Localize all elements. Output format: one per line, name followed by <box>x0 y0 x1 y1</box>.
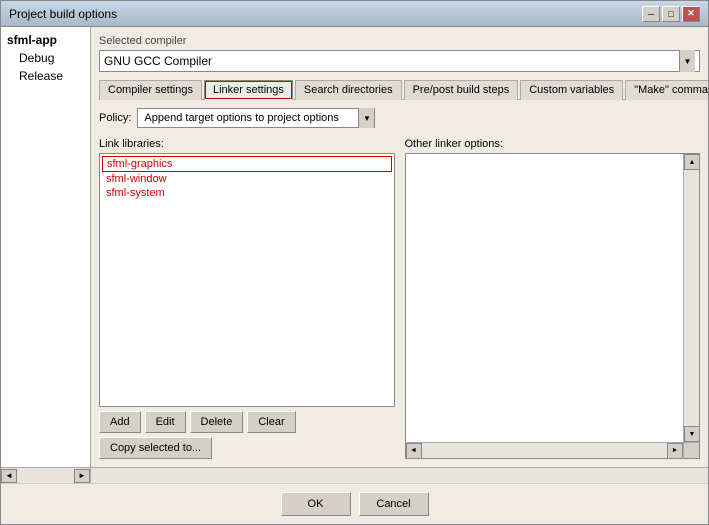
title-bar-buttons: ─ □ ✕ <box>642 6 700 22</box>
scroll-right-button[interactable]: ► <box>667 443 683 459</box>
right-panel: Other linker options: ▲ ▼ ◄ ► <box>405 138 701 459</box>
other-linker-textarea[interactable]: ▲ ▼ ◄ ► <box>405 153 701 459</box>
sidebar-scroll-track[interactable] <box>17 469 74 483</box>
add-button[interactable]: Add <box>99 411 141 433</box>
sidebar-nav-left[interactable]: ◄ <box>1 469 17 483</box>
delete-button[interactable]: Delete <box>190 411 244 433</box>
link-libraries-label: Link libraries: <box>99 138 395 150</box>
scroll-left-button[interactable]: ◄ <box>406 443 422 459</box>
tab-search-directories[interactable]: Search directories <box>295 80 402 100</box>
list-item[interactable]: sfml-window <box>102 172 392 186</box>
title-bar: Project build options ─ □ ✕ <box>1 1 708 27</box>
other-linker-label: Other linker options: <box>405 138 701 150</box>
ok-button[interactable]: OK <box>281 492 351 516</box>
window-title: Project build options <box>9 7 117 21</box>
left-panel: Link libraries: sfml-graphics sfml-windo… <box>99 138 395 459</box>
compiler-section: Selected compiler GNU GCC Compiler ▼ <box>99 35 700 72</box>
bottom-spacer <box>91 468 708 483</box>
policy-row: Policy: Append target options to project… <box>99 108 700 128</box>
list-item[interactable]: sfml-system <box>102 186 392 200</box>
list-items: sfml-graphics sfml-window sfml-system <box>100 154 394 202</box>
sidebar-item-debug[interactable]: Debug <box>1 49 90 67</box>
tab-compiler-settings[interactable]: Compiler settings <box>99 80 202 100</box>
copy-selected-button[interactable]: Copy selected to... <box>99 437 212 459</box>
compiler-dropdown-arrow[interactable]: ▼ <box>679 50 695 72</box>
compiler-dropdown[interactable]: GNU GCC Compiler ▼ <box>99 50 700 72</box>
scroll-down-button[interactable]: ▼ <box>684 426 700 442</box>
policy-dropdown[interactable]: Append target options to project options… <box>137 108 375 128</box>
library-buttons-row: Add Edit Delete Clear <box>99 411 395 433</box>
project-build-options-window: Project build options ─ □ ✕ sfml-app Deb… <box>0 0 709 525</box>
edit-button[interactable]: Edit <box>145 411 186 433</box>
sidebar-nav-bar: ◄ ► <box>1 467 708 483</box>
compiler-label: Selected compiler <box>99 35 700 47</box>
main-area: Selected compiler GNU GCC Compiler ▼ Com… <box>91 27 708 467</box>
sidebar: sfml-app Debug Release <box>1 27 91 467</box>
minimize-button[interactable]: ─ <box>642 6 660 22</box>
textarea-inner <box>406 154 684 442</box>
scroll-up-button[interactable]: ▲ <box>684 154 700 170</box>
scrollbar-corner <box>683 442 699 458</box>
vertical-scrollbar[interactable]: ▲ ▼ <box>683 154 699 442</box>
main-content: sfml-app Debug Release Selected compiler… <box>1 27 708 467</box>
footer: OK Cancel <box>1 483 708 524</box>
policy-dropdown-arrow[interactable]: ▼ <box>358 108 374 128</box>
tab-linker-settings[interactable]: Linker settings <box>204 80 293 100</box>
panels: Link libraries: sfml-graphics sfml-windo… <box>99 138 700 459</box>
tab-pre-post-build[interactable]: Pre/post build steps <box>404 80 519 100</box>
sidebar-nav: ◄ ► <box>1 468 91 483</box>
scroll-track-vertical[interactable] <box>684 170 699 426</box>
compiler-dropdown-box[interactable]: GNU GCC Compiler ▼ <box>99 50 700 72</box>
tab-make-commands[interactable]: "Make" commands <box>625 80 708 100</box>
list-item[interactable]: sfml-graphics <box>102 156 392 172</box>
copy-row: Copy selected to... <box>99 437 395 459</box>
tab-custom-variables[interactable]: Custom variables <box>520 80 623 100</box>
maximize-button[interactable]: □ <box>662 6 680 22</box>
link-libraries-list[interactable]: sfml-graphics sfml-window sfml-system <box>99 153 395 407</box>
cancel-button[interactable]: Cancel <box>359 492 429 516</box>
tabs-bar: Compiler settings Linker settings Search… <box>99 80 700 100</box>
policy-label: Policy: <box>99 112 131 124</box>
tab-content-linker: Policy: Append target options to project… <box>99 108 700 459</box>
sidebar-item-sfml-app[interactable]: sfml-app <box>1 31 90 49</box>
sidebar-item-release[interactable]: Release <box>1 67 90 85</box>
sidebar-nav-right[interactable]: ► <box>74 469 90 483</box>
policy-value: Append target options to project options <box>138 112 358 124</box>
close-button[interactable]: ✕ <box>682 6 700 22</box>
compiler-value: GNU GCC Compiler <box>104 54 212 68</box>
horizontal-scrollbar[interactable]: ◄ ► <box>406 442 684 458</box>
clear-button[interactable]: Clear <box>247 411 295 433</box>
